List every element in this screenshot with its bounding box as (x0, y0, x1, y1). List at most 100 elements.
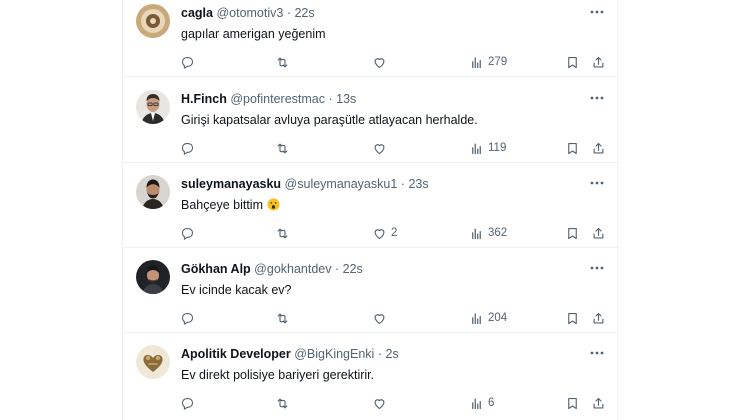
share-icon (593, 56, 604, 67)
retweet-button[interactable] (275, 53, 290, 71)
bookmark-button[interactable] (565, 309, 580, 327)
author-name[interactable]: cagla (181, 6, 213, 20)
tweet-text-content: Bahçeye bittim (181, 198, 263, 212)
share-icon (593, 227, 604, 238)
share-button[interactable] (591, 394, 606, 412)
like-button[interactable] (372, 309, 391, 327)
bookmark-button[interactable] (565, 139, 580, 157)
share-icon (593, 397, 604, 408)
author-handle[interactable]: @otomotiv3 (216, 6, 283, 20)
reply-button[interactable] (180, 224, 195, 242)
retweet-button[interactable] (275, 394, 290, 412)
views-button[interactable]: 362 (469, 224, 507, 242)
separator: · (328, 92, 333, 106)
like-button[interactable] (372, 139, 391, 157)
tweet[interactable]: Apolitik Developer @BigKingEnki · 2s Ev … (123, 333, 619, 418)
tweet-text: Ev icinde kacak ev? (181, 283, 292, 297)
tweet-actions: 119 (179, 139, 609, 157)
tweet-text: gapılar amerigan yeğenim (181, 27, 326, 41)
share-button[interactable] (591, 224, 606, 242)
like-button[interactable]: 2 (372, 224, 397, 242)
views-icon (472, 398, 481, 409)
separator: · (377, 347, 382, 361)
avatar[interactable] (136, 90, 170, 124)
reply-icon (181, 227, 194, 240)
share-button[interactable] (591, 53, 606, 71)
avatar-image (136, 4, 170, 38)
reply-button[interactable] (180, 139, 195, 157)
view-count: 204 (488, 312, 508, 324)
author-handle[interactable]: @suleymanayasku1 (285, 177, 398, 191)
reply-icon (181, 142, 194, 155)
avatar[interactable] (136, 260, 170, 294)
author-handle[interactable]: @gokhantdev (254, 262, 331, 276)
author-name[interactable]: Gökhan Alp (181, 262, 251, 276)
bookmark-icon (568, 227, 577, 239)
retweet-button[interactable] (275, 139, 290, 157)
avatar[interactable] (136, 4, 170, 38)
views-button[interactable]: 6 (469, 394, 494, 412)
bookmark-button[interactable] (565, 53, 580, 71)
author-handle[interactable]: @pofinterestmac (230, 92, 325, 106)
more-icon[interactable] (589, 90, 605, 106)
tweet-text: Ev direkt polisiye bariyeri gerektirir. (181, 368, 375, 382)
timestamp[interactable]: 23s (408, 177, 428, 191)
views-button[interactable]: 119 (469, 139, 506, 157)
views-button[interactable]: 204 (469, 309, 507, 327)
avatar[interactable] (136, 345, 170, 379)
author-handle[interactable]: @BigKingEnki (294, 347, 374, 361)
separator: · (286, 6, 291, 20)
author-name[interactable]: H.Finch (181, 92, 227, 106)
separator: · (400, 177, 405, 191)
avatar-image (136, 90, 170, 124)
view-count: 119 (488, 142, 507, 154)
reply-icon (181, 397, 194, 410)
tweet[interactable]: suleymanayasku @suleymanayasku1 · 23s Ba… (123, 163, 619, 248)
timestamp[interactable]: 22s (294, 6, 314, 20)
retweet-button[interactable] (275, 224, 290, 242)
timestamp[interactable]: 2s (385, 347, 398, 361)
astonished-face-icon (267, 198, 281, 211)
share-button[interactable] (591, 139, 606, 157)
views-icon (472, 313, 481, 324)
timestamp[interactable]: 22s (343, 262, 363, 276)
bookmark-button[interactable] (565, 224, 580, 242)
tweet-actions: 279 (179, 53, 609, 71)
tweet[interactable]: cagla @otomotiv3 · 22s gapılar amerigan … (123, 0, 619, 77)
author-name[interactable]: Apolitik Developer (181, 347, 291, 361)
reply-button[interactable] (180, 309, 195, 327)
avatar[interactable] (136, 175, 170, 209)
more-icon[interactable] (589, 345, 605, 361)
tweet-text: Bahçeye bittim (181, 197, 281, 213)
share-icon (593, 142, 604, 153)
timestamp[interactable]: 13s (336, 92, 356, 106)
views-icon (472, 228, 481, 239)
separator: · (334, 262, 340, 276)
author-name[interactable]: suleymanayasku (181, 177, 281, 191)
bookmark-icon (568, 142, 577, 154)
more-icon[interactable] (589, 4, 605, 20)
like-icon (374, 398, 385, 409)
like-button[interactable] (372, 394, 391, 412)
reply-button[interactable] (180, 394, 195, 412)
reply-button[interactable] (180, 53, 195, 71)
views-button[interactable]: 279 (469, 53, 507, 71)
like-count: 2 (391, 227, 398, 239)
share-button[interactable] (591, 309, 606, 327)
like-button[interactable] (372, 53, 391, 71)
retweet-icon (277, 228, 288, 238)
more-icon[interactable] (589, 260, 605, 276)
retweet-icon (277, 313, 288, 323)
tweet[interactable]: Gökhan Alp @gokhantdev · 22s Ev icinde k… (123, 248, 619, 333)
tweet[interactable]: H.Finch @pofinterestmac · 13s Girişi kap… (123, 78, 619, 163)
more-icon[interactable] (589, 175, 605, 191)
reply-icon (181, 56, 194, 69)
bookmark-icon (568, 312, 577, 324)
tweet-text: Girişi kapatsalar avluya paraşütle atlay… (181, 113, 478, 127)
like-icon (374, 228, 385, 239)
tweet-actions: 6 (179, 394, 609, 412)
tweet-actions: 2 362 (179, 224, 609, 242)
retweet-button[interactable] (275, 309, 290, 327)
tweet-actions: 204 (179, 309, 609, 327)
bookmark-button[interactable] (565, 394, 580, 412)
